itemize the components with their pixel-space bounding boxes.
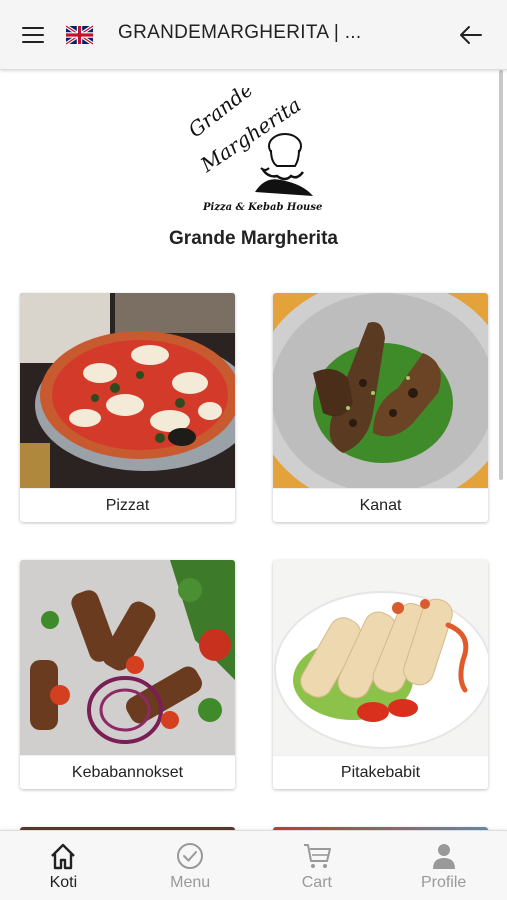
chicken-wings-photo	[273, 293, 488, 488]
category-label: Kebabannokset	[20, 755, 235, 789]
pita-rolls-photo	[273, 560, 488, 755]
bottom-navigation: Koti Menu Cart Profile	[0, 830, 507, 900]
nav-item-koti[interactable]: Koti	[0, 831, 127, 900]
app-bar: GRANDEMARGHERITA | ...	[0, 0, 507, 70]
uk-flag-icon[interactable]	[65, 24, 94, 46]
hamburger-menu-icon[interactable]	[22, 24, 46, 46]
pizza-photo	[20, 293, 235, 488]
home-icon	[51, 843, 76, 870]
nav-item-cart[interactable]: Cart	[254, 831, 381, 900]
nav-item-profile[interactable]: Profile	[380, 831, 507, 900]
category-label: Pizzat	[20, 488, 235, 522]
main-content: Grande Margherita Pizza & Kebab House Gr…	[0, 70, 507, 830]
restaurant-name: Grande Margherita	[169, 228, 338, 249]
nav-label: Koti	[49, 874, 78, 891]
scrollbar[interactable]	[499, 70, 503, 480]
page-title: GRANDEMARGHERITA | ...	[118, 22, 362, 43]
category-label: Kanat	[273, 488, 488, 522]
category-card-pitakebabit[interactable]: Pitakebabit	[273, 560, 488, 789]
cart-icon	[303, 844, 331, 868]
category-card-pizzat[interactable]: Pizzat	[20, 293, 235, 522]
category-label: Pitakebabit	[273, 755, 488, 789]
arrow-left-icon[interactable]	[459, 24, 483, 46]
logo-tagline: Pizza & Kebab House	[202, 202, 322, 213]
nav-item-menu[interactable]: Menu	[127, 831, 254, 900]
restaurant-logo: Grande Margherita Pizza & Kebab House	[184, 77, 325, 216]
kebab-plate-photo	[20, 560, 235, 755]
category-card-kanat[interactable]: Kanat	[273, 293, 488, 522]
check-circle-icon	[177, 843, 204, 869]
category-card-kebabannokset[interactable]: Kebabannokset	[20, 560, 235, 789]
nav-label: Menu	[170, 874, 211, 891]
person-icon	[432, 844, 455, 869]
nav-label: Cart	[301, 874, 332, 891]
nav-label: Profile	[420, 874, 467, 891]
